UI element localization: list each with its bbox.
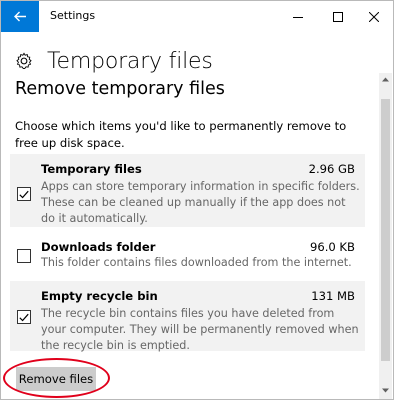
item-name: Downloads folder [41,240,156,254]
item-description: This folder contains files downloaded fr… [41,256,352,269]
section-description: Choose which items you'd like to permane… [15,119,347,150]
chevron-up-icon [382,77,389,82]
scrollbar-thumb[interactable] [381,99,390,361]
item-description: Apps can store temporary information in … [41,180,360,225]
item-size: 2.96 GB [308,162,355,176]
page-header: Temporary files [15,45,213,77]
checkmark-icon [19,313,29,321]
item-name: Temporary files [41,162,142,176]
list-item-temporary-files[interactable]: Temporary files 2.96 GB Apps can store t… [10,154,365,227]
window-title: Settings [50,9,96,22]
list-item-downloads-folder[interactable]: Downloads folder 96.0 KB This folder con… [10,232,365,273]
gear-icon [16,52,32,70]
item-description: The recycle bin contains files you have … [41,307,359,352]
item-size: 131 MB [311,289,355,303]
list-item-empty-recycle-bin[interactable]: Empty recycle bin 131 MB The recycle bin… [10,281,365,352]
minimize-icon [293,16,303,18]
checkbox-temporary-files[interactable] [17,187,31,201]
back-button[interactable] [1,1,39,32]
minimize-button[interactable] [279,1,317,32]
close-icon [369,11,379,22]
scroll-down-button[interactable] [379,384,392,397]
title-bar: Settings [1,1,393,32]
page-title: Temporary files [47,48,213,74]
remove-files-button[interactable]: Remove files [16,367,96,391]
maximize-icon [333,11,343,22]
checkbox-downloads-folder[interactable] [17,249,31,263]
chevron-down-icon [382,388,389,393]
scroll-up-button[interactable] [379,73,392,86]
scrollbar[interactable] [379,73,392,399]
back-arrow-icon [13,11,26,22]
maximize-button[interactable] [319,1,357,32]
item-size: 96.0 KB [309,240,355,254]
checkbox-empty-recycle-bin[interactable] [17,310,31,324]
item-name: Empty recycle bin [41,289,158,303]
close-button[interactable] [355,1,393,32]
checkmark-icon [19,190,29,198]
settings-window: Settings Temporary files Remove temporar… [0,0,394,400]
section-title: Remove temporary files [15,79,225,99]
